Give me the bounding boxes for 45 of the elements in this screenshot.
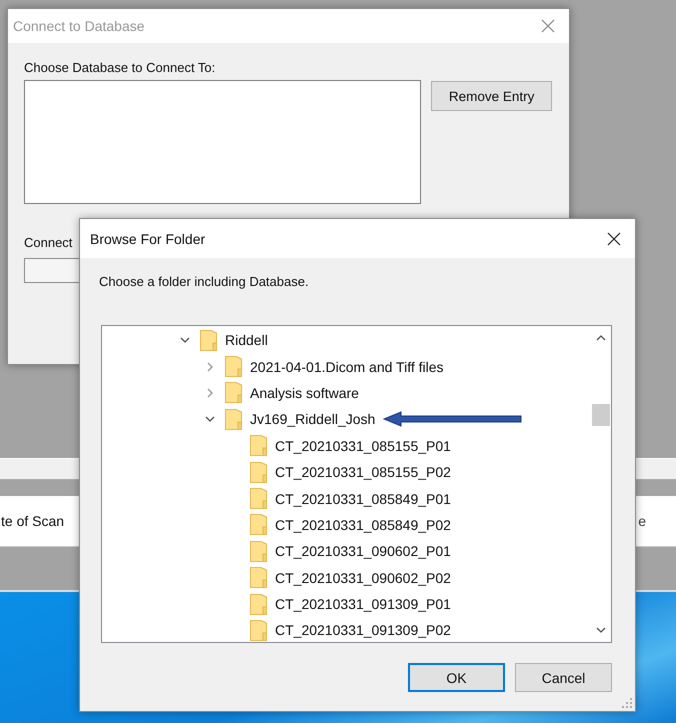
folder-name[interactable]: CT_20210331_085155_P02: [275, 464, 451, 480]
folder-tree[interactable]: [101, 325, 612, 643]
folder-icon: [250, 567, 267, 588]
folder-icon: [250, 435, 267, 456]
chevron-down-icon[interactable]: [205, 414, 215, 424]
chevron-down-icon[interactable]: [180, 335, 190, 346]
field-label: Connect: [24, 235, 72, 251]
window-title: Browse For Folder: [90, 230, 206, 246]
scroll-thumb[interactable]: [592, 404, 610, 426]
ok-button[interactable]: OK: [408, 663, 505, 692]
remove-entry-button[interactable]: Remove Entry: [431, 81, 552, 111]
instruction-text: Choose a folder including Database.: [99, 274, 309, 290]
folder-name[interactable]: Analysis software: [250, 384, 359, 401]
resize-grip-icon[interactable]: [622, 698, 632, 708]
folder-name[interactable]: CT_20210331_090602_P02: [275, 570, 451, 586]
close-icon[interactable]: [607, 232, 621, 246]
window-title: Connect to Database: [13, 18, 145, 34]
folder-icon: [250, 488, 267, 510]
folder-name[interactable]: CT_20210331_085849_P02: [275, 516, 451, 533]
folder-name[interactable]: CT_20210331_085155_P01: [275, 438, 451, 454]
folder-icon: [225, 356, 242, 378]
folder-icon: [250, 540, 267, 562]
chevron-right-icon[interactable]: [205, 388, 215, 398]
list-label: Choose Database to Connect To:: [24, 60, 216, 76]
folder-name[interactable]: 2021-04-01.Dicom and Tiff files: [250, 358, 444, 375]
folder-icon: [250, 462, 267, 483]
folder-icon: [225, 382, 242, 404]
folder-icon: [250, 514, 267, 536]
folder-icon: [250, 620, 267, 641]
column-header: e: [637, 513, 647, 529]
folder-icon: [200, 330, 217, 351]
folder-name[interactable]: Riddell: [225, 332, 268, 348]
folder-name[interactable]: Jv169_Riddell_Josh: [250, 411, 376, 428]
database-list[interactable]: [24, 80, 422, 204]
scroll-down-icon[interactable]: [596, 626, 606, 634]
folder-name[interactable]: CT_20210331_091309_P02: [275, 622, 451, 638]
folder-name[interactable]: CT_20210331_091309_P01: [275, 596, 451, 612]
chevron-right-icon[interactable]: [205, 362, 215, 372]
column-header: te of Scan: [0, 513, 64, 529]
scroll-up-icon[interactable]: [596, 334, 606, 342]
cancel-button[interactable]: Cancel: [515, 663, 612, 692]
folder-name[interactable]: CT_20210331_085849_P01: [275, 490, 451, 507]
folder-icon: [225, 408, 242, 430]
folder-name[interactable]: CT_20210331_090602_P01: [275, 543, 451, 560]
folder-icon: [250, 594, 267, 615]
